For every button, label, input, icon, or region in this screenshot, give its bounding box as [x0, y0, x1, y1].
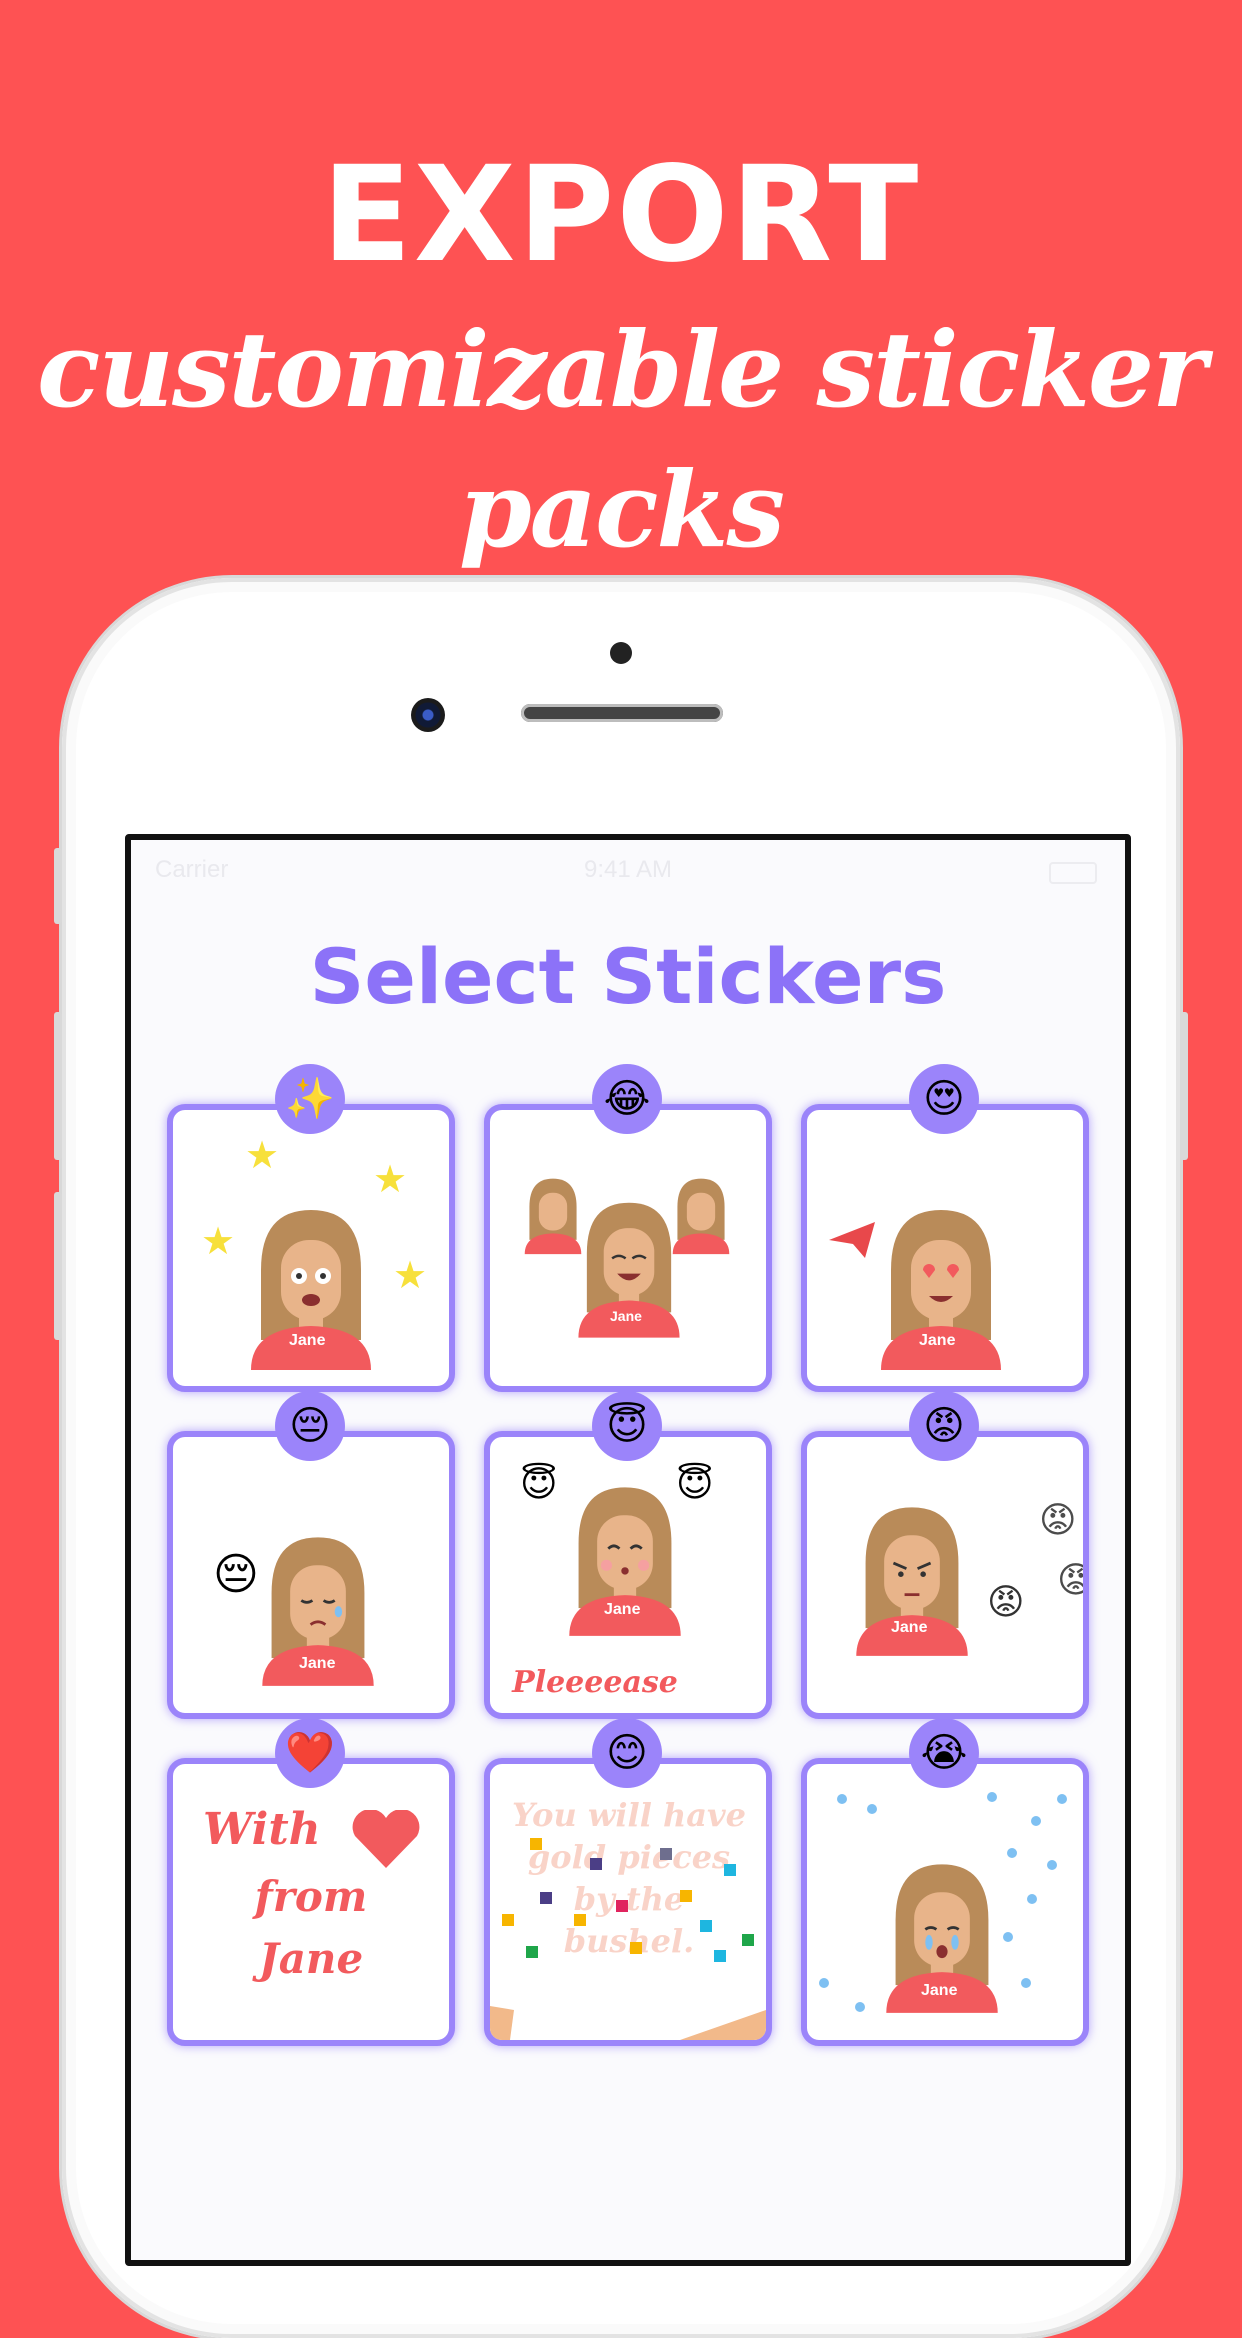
treasure-chest-corner — [490, 2006, 766, 2040]
app-screen: Carrier 9:41 AM Select Stickers ✨ ★ ★ ★ … — [125, 834, 1131, 2266]
confetti-piece — [526, 1946, 538, 1958]
confetti-piece — [502, 1914, 514, 1926]
sticker-tile-angry[interactable]: 😡 😡 😡 😡 Jane — [801, 1391, 1089, 1719]
tear-drop — [1007, 1848, 1017, 1858]
confetti-piece — [574, 1914, 586, 1926]
tear-drop — [1031, 1816, 1041, 1826]
caption-name: Jane — [258, 1934, 364, 1983]
star-icon: ★ — [245, 1133, 280, 1177]
confetti-piece — [530, 1838, 542, 1850]
caption-with: With — [203, 1804, 321, 1855]
phone-power-button — [1180, 1012, 1188, 1160]
tear-drop — [837, 1794, 847, 1804]
sticker-tile-pensive[interactable]: 😔 😔 Jane — [167, 1391, 455, 1719]
heart-icon — [352, 1810, 420, 1868]
confetti-piece — [680, 1890, 692, 1902]
sparkles-badge-icon: ✨ — [275, 1064, 345, 1134]
confetti-piece — [616, 1900, 628, 1912]
sticker-caption: You will have gold pieces by the bushel. — [512, 1796, 746, 1960]
sticker-caption: Pleeeease — [512, 1665, 678, 1700]
subheadline: customizable sticker packs — [37, 308, 1207, 571]
star-icon: ★ — [393, 1253, 428, 1297]
confetti-piece — [724, 1864, 736, 1876]
confetti-piece — [540, 1892, 552, 1904]
phone-volume-down-button — [54, 1192, 62, 1340]
crying-badge-icon: 😭 — [909, 1718, 979, 1788]
heart-badge-icon: ❤️ — [275, 1718, 345, 1788]
sticker-tile-gold-pieces[interactable]: 😊 You will have gold pieces by the bushe… — [484, 1718, 772, 2046]
heart-eyes-badge-icon: 😍 — [909, 1064, 979, 1134]
star-icon: ★ — [201, 1219, 236, 1263]
tear-drop — [819, 1978, 829, 1988]
name-tag: Jane — [289, 1332, 326, 1349]
headline: EXPORT — [321, 138, 921, 292]
name-tag: Jane — [299, 1655, 336, 1672]
tear-drop — [867, 1804, 877, 1814]
name-tag: Jane — [604, 1601, 641, 1618]
sticker-tile-pleeeease[interactable]: 😇 😇 😇 Jane Pleeeease — [484, 1391, 772, 1719]
angry-face-icon: 😡 — [1039, 1500, 1077, 1541]
tear-drop — [987, 1792, 997, 1802]
name-tag: Jane — [921, 1982, 958, 1999]
name-tag: Jane — [610, 1308, 642, 1324]
caption-from: from — [254, 1872, 368, 1921]
phone-side-button — [54, 848, 62, 924]
sticker-tile-heart-eyes[interactable]: 😍 Jane — [801, 1064, 1089, 1392]
sticker-tile-with-love[interactable]: ❤️ With from Jane — [167, 1718, 455, 2046]
tear-drop — [1057, 1794, 1067, 1804]
tear-drop — [1027, 1894, 1037, 1904]
pensive-badge-icon: 😔 — [275, 1391, 345, 1461]
paper-plane-icon — [829, 1222, 875, 1258]
earpiece-speaker — [521, 704, 723, 722]
sticker-tile-crying[interactable]: 😭 Jane — [801, 1718, 1089, 2046]
halo-face-icon: 😇 — [520, 1464, 558, 1505]
pensive-face-icon: 😔 — [213, 1549, 259, 1600]
angry-face-icon: 😡 — [987, 1582, 1025, 1623]
halo-badge-icon: 😇 — [592, 1391, 662, 1461]
phone-volume-up-button — [54, 1012, 62, 1160]
smile-badge-icon: 😊 — [592, 1718, 662, 1788]
angry-face-icon: 😡 — [1057, 1563, 1083, 1599]
status-bar: Carrier 9:41 AM — [131, 856, 1125, 896]
name-tag: Jane — [891, 1619, 928, 1636]
sticker-tile-sparkles[interactable]: ✨ ★ ★ ★ ★ Jane — [167, 1064, 455, 1392]
laughing-badge-icon: 😂 — [592, 1064, 662, 1134]
confetti-piece — [590, 1858, 602, 1870]
star-icon: ★ — [373, 1157, 408, 1201]
clock: 9:41 AM — [583, 856, 673, 883]
name-tag: Jane — [919, 1332, 956, 1349]
confetti-piece — [660, 1848, 672, 1860]
confetti-piece — [714, 1950, 726, 1962]
battery-icon — [1049, 862, 1097, 884]
angry-badge-icon: 😡 — [909, 1391, 979, 1461]
page-title: Select Stickers — [309, 932, 947, 1021]
tear-drop — [1047, 1860, 1057, 1870]
sticker-tile-laughing[interactable]: 😂 Jane — [484, 1064, 772, 1392]
proximity-sensor — [610, 642, 632, 664]
tear-drop — [1021, 1978, 1031, 1988]
confetti-piece — [742, 1934, 754, 1946]
confetti-piece — [700, 1920, 712, 1932]
confetti-piece — [630, 1942, 642, 1954]
tear-drop — [855, 2002, 865, 2012]
front-camera-icon — [411, 698, 445, 732]
